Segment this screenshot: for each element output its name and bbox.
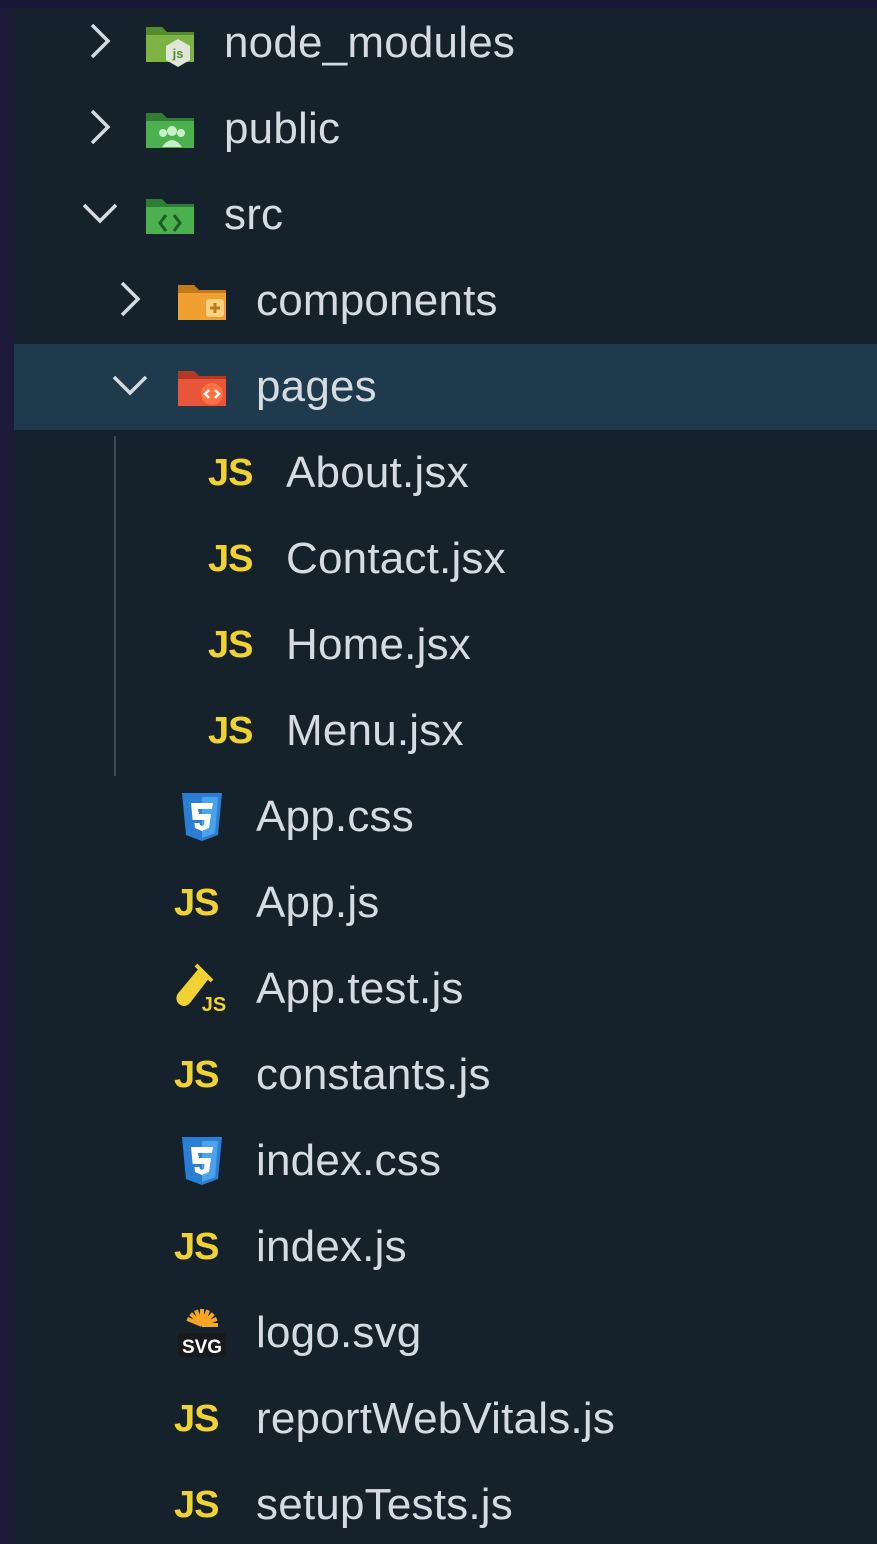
tree-item-label: App.js [256, 878, 380, 927]
folder-node-icon: js [142, 17, 198, 69]
svg-text:JS: JS [202, 994, 226, 1015]
tree-file-index-js[interactable]: JS index.js [14, 1204, 877, 1290]
tree-item-label: node_modules [224, 18, 516, 67]
css-file-icon [174, 791, 230, 843]
tree-folder-pages[interactable]: pages [14, 344, 877, 430]
chevron-right-icon[interactable] [80, 86, 120, 172]
chevron-right-icon[interactable] [80, 8, 120, 86]
tree-item-label: reportWebVitals.js [256, 1394, 616, 1443]
js-file-icon: JS [174, 1479, 230, 1531]
tree-item-label: Menu.jsx [286, 706, 464, 755]
js-file-icon: JS [174, 1049, 230, 1101]
tree-file-home-jsx[interactable]: JS Home.jsx [14, 602, 877, 688]
js-file-icon: JS [174, 1221, 230, 1273]
tree-folder-public[interactable]: public [14, 86, 877, 172]
chevron-down-icon[interactable] [110, 344, 150, 430]
file-explorer-tree: js node_modules public src components pages JS… [14, 8, 877, 1544]
js-icon-text: JS [208, 624, 253, 666]
js-icon-text: JS [174, 1484, 219, 1526]
tree-file-menu-jsx[interactable]: JS Menu.jsx [14, 688, 877, 774]
tree-folder-src[interactable]: src [14, 172, 877, 258]
js-icon-text: JS [208, 538, 253, 580]
window-top-edge [0, 0, 877, 8]
js-file-icon: JS [208, 705, 264, 757]
tree-item-label: App.css [256, 792, 414, 841]
folder-public-icon [142, 103, 198, 155]
js-file-icon: JS [208, 533, 264, 585]
tree-item-label: About.jsx [286, 448, 469, 497]
tree-item-label: components [256, 276, 498, 325]
svg-icon-text: SVG [182, 1337, 222, 1358]
js-icon-text: JS [174, 882, 219, 924]
js-icon-text: JS [208, 452, 253, 494]
tree-item-label: App.test.js [256, 964, 464, 1013]
tree-item-label: setupTests.js [256, 1480, 513, 1529]
tree-item-label: index.js [256, 1222, 407, 1271]
folder-components-icon [174, 275, 230, 327]
tree-file-app-test-js[interactable]: JS App.test.js [14, 946, 877, 1032]
tree-file-reportwebvitals-js[interactable]: JS reportWebVitals.js [14, 1376, 877, 1462]
js-icon-text: JS [174, 1054, 219, 1096]
tree-file-app-js[interactable]: JS App.js [14, 860, 877, 946]
js-icon-text: JS [208, 710, 253, 752]
tree-item-label: src [224, 190, 284, 239]
chevron-down-icon[interactable] [80, 172, 120, 258]
svg-file-icon: SVG [174, 1307, 230, 1359]
tree-file-setuptests-js[interactable]: JS setupTests.js [14, 1462, 877, 1544]
tree-item-label: index.css [256, 1136, 442, 1185]
folder-pages-icon [174, 361, 230, 413]
js-icon-text: JS [174, 1226, 219, 1268]
js-file-icon: JS [208, 619, 264, 671]
chevron-right-icon[interactable] [110, 258, 150, 344]
css-file-icon [174, 1135, 230, 1187]
js-file-icon: JS [174, 877, 230, 929]
tree-item-label: Contact.jsx [286, 534, 506, 583]
tree-file-logo-svg[interactable]: SVG logo.svg [14, 1290, 877, 1376]
folder-src-icon [142, 189, 198, 241]
js-icon-text: JS [174, 1398, 219, 1440]
tree-item-label: public [224, 104, 341, 153]
tree-item-label: Home.jsx [286, 620, 471, 669]
tree-item-label: constants.js [256, 1050, 491, 1099]
js-file-icon: JS [208, 447, 264, 499]
tree-folder-node-modules[interactable]: js node_modules [14, 8, 877, 86]
tree-file-index-css[interactable]: index.css [14, 1118, 877, 1204]
svg-text:js: js [172, 46, 184, 61]
tree-file-contact-jsx[interactable]: JS Contact.jsx [14, 516, 877, 602]
js-file-icon: JS [174, 1393, 230, 1445]
tree-file-app-css[interactable]: App.css [14, 774, 877, 860]
tree-item-label: logo.svg [256, 1308, 422, 1357]
tree-item-label: pages [256, 362, 377, 411]
test-js-file-icon: JS [174, 963, 230, 1016]
tree-folder-components[interactable]: components [14, 258, 877, 344]
tree-file-constants-js[interactable]: JS constants.js [14, 1032, 877, 1118]
tree-file-about-jsx[interactable]: JS About.jsx [14, 430, 877, 516]
